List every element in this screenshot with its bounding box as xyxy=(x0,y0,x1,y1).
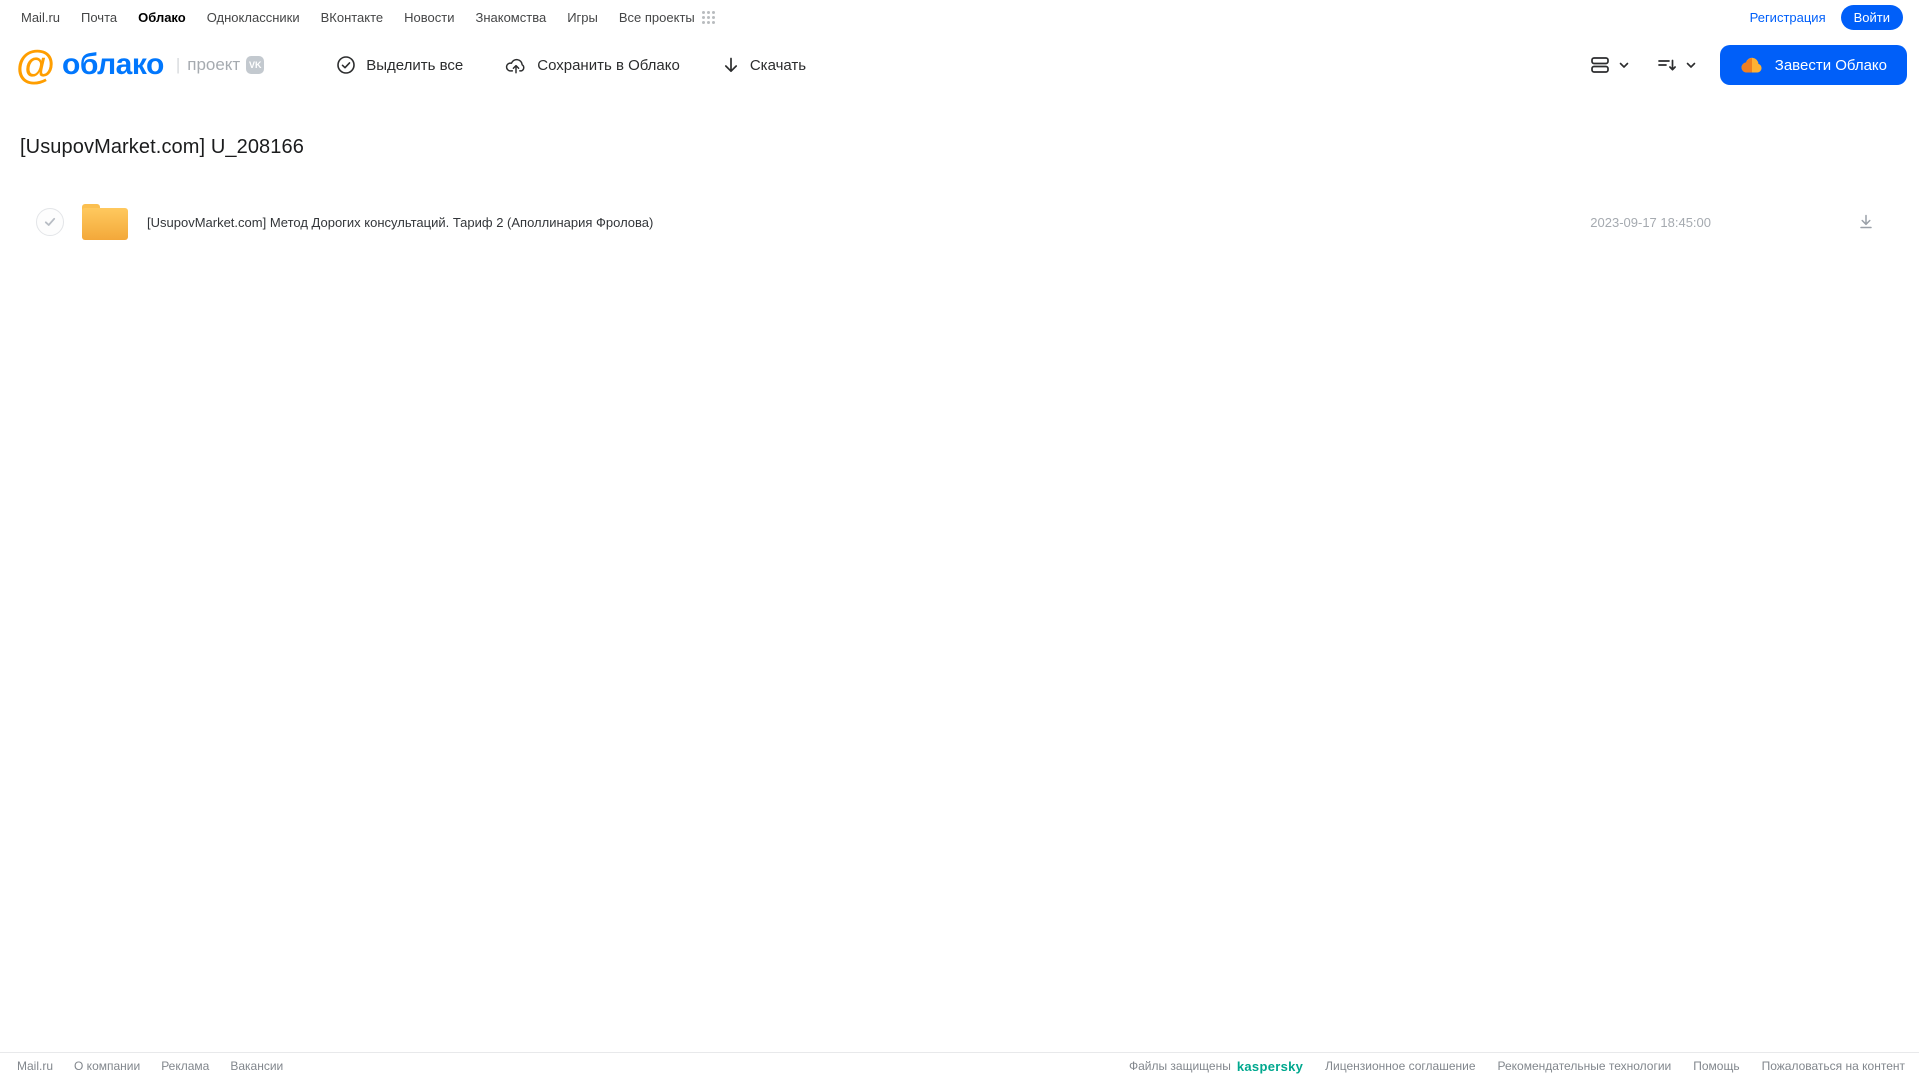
file-download-icon[interactable] xyxy=(1857,213,1875,231)
project-label: проект xyxy=(187,55,241,74)
save-to-cloud-button[interactable]: Сохранить в Облако xyxy=(505,55,680,75)
nav-igry[interactable]: Игры xyxy=(567,10,598,25)
nav-znakomstva[interactable]: Знакомства xyxy=(475,10,546,25)
register-link[interactable]: Регистрация xyxy=(1750,10,1826,25)
cloud-upload-icon xyxy=(505,55,527,75)
nav-novosti[interactable]: Новости xyxy=(404,10,454,25)
footer-left-links: Mail.ru О компании Реклама Вакансии xyxy=(17,1059,283,1073)
login-button[interactable]: Войти xyxy=(1840,4,1903,30)
nav-vkontakte[interactable]: ВКонтакте xyxy=(321,10,384,25)
nav-oblako[interactable]: Облако xyxy=(138,10,186,25)
nav-odnoklassniki[interactable]: Одноклассники xyxy=(207,10,300,25)
header-right-controls: Завести Облако xyxy=(1588,45,1907,85)
file-checkbox[interactable] xyxy=(36,208,64,236)
mailru-at-icon: @ xyxy=(16,43,56,87)
cloud-logo[interactable]: @ облако | проект VK xyxy=(16,43,265,87)
select-all-button[interactable]: Выделить все xyxy=(336,55,463,75)
footer-link-recommendation-tech[interactable]: Рекомендательные технологии xyxy=(1498,1059,1672,1073)
download-button[interactable]: Скачать xyxy=(722,55,806,75)
footer-link-jobs[interactable]: Вакансии xyxy=(230,1059,283,1073)
topbar-auth: Регистрация Войти xyxy=(1750,4,1903,30)
save-to-cloud-label: Сохранить в Облако xyxy=(537,56,680,74)
share-content: [UsupovMarket.com] U_208166 [UsupovMarke… xyxy=(0,96,1919,1052)
page-footer: Mail.ru О компании Реклама Вакансии Файл… xyxy=(0,1052,1919,1079)
view-mode-toggle[interactable] xyxy=(1588,54,1631,76)
file-name[interactable]: [UsupovMarket.com] Метод Дорогих консуль… xyxy=(147,215,1590,230)
kaspersky-logo[interactable]: kaspersky xyxy=(1237,1059,1303,1074)
nav-pochta[interactable]: Почта xyxy=(81,10,117,25)
logo-divider: | xyxy=(175,55,181,74)
get-cloud-button[interactable]: Завести Облако xyxy=(1719,45,1907,85)
footer-link-about[interactable]: О компании xyxy=(74,1059,140,1073)
footer-link-help[interactable]: Помощь xyxy=(1693,1059,1739,1073)
list-view-icon xyxy=(1588,54,1612,76)
get-cloud-label: Завести Облако xyxy=(1774,56,1887,74)
file-row[interactable]: [UsupovMarket.com] Метод Дорогих консуль… xyxy=(20,199,1899,245)
check-circle-icon xyxy=(336,55,356,75)
download-arrow-icon xyxy=(722,55,740,75)
sort-control[interactable] xyxy=(1655,54,1698,76)
download-label: Скачать xyxy=(749,56,807,74)
portal-nav: Mail.ru Почта Облако Одноклассники ВКонт… xyxy=(21,10,695,25)
file-date: 2023-09-17 18:45:00 xyxy=(1590,214,1711,230)
kaspersky-protection: Файлы защищены kaspersky xyxy=(1129,1059,1303,1074)
footer-link-ads[interactable]: Реклама xyxy=(161,1059,209,1073)
nav-all-projects[interactable]: Все проекты xyxy=(619,10,695,25)
footer-link-license[interactable]: Лицензионное соглашение xyxy=(1325,1059,1475,1073)
cloud-logo-text: облако xyxy=(62,48,164,81)
files-protected-label: Файлы защищены xyxy=(1128,1059,1231,1073)
nav-mailru[interactable]: Mail.ru xyxy=(21,10,60,25)
select-all-label: Выделить все xyxy=(366,56,464,74)
footer-link-mailru[interactable]: Mail.ru xyxy=(17,1059,53,1073)
orange-cloud-icon xyxy=(1740,55,1764,75)
sort-icon xyxy=(1655,54,1679,76)
cloud-header: @ облако | проект VK Выделить все Сохран… xyxy=(0,34,1919,96)
vk-badge-icon: VK xyxy=(246,56,265,74)
projects-grid-icon[interactable] xyxy=(701,10,716,25)
folder-icon xyxy=(82,204,128,240)
footer-link-report-content[interactable]: Пожаловаться на контент xyxy=(1762,1059,1905,1073)
page-title: [UsupovMarket.com] U_208166 xyxy=(20,136,304,158)
footer-right-links: Файлы защищены kaspersky Лицензионное со… xyxy=(1129,1059,1905,1074)
portal-topbar: Mail.ru Почта Облако Одноклассники ВКонт… xyxy=(0,0,1919,34)
chevron-down-icon xyxy=(1617,58,1631,72)
file-toolbar: Выделить все Сохранить в Облако Скачать xyxy=(336,55,806,75)
chevron-down-icon xyxy=(1684,58,1698,72)
